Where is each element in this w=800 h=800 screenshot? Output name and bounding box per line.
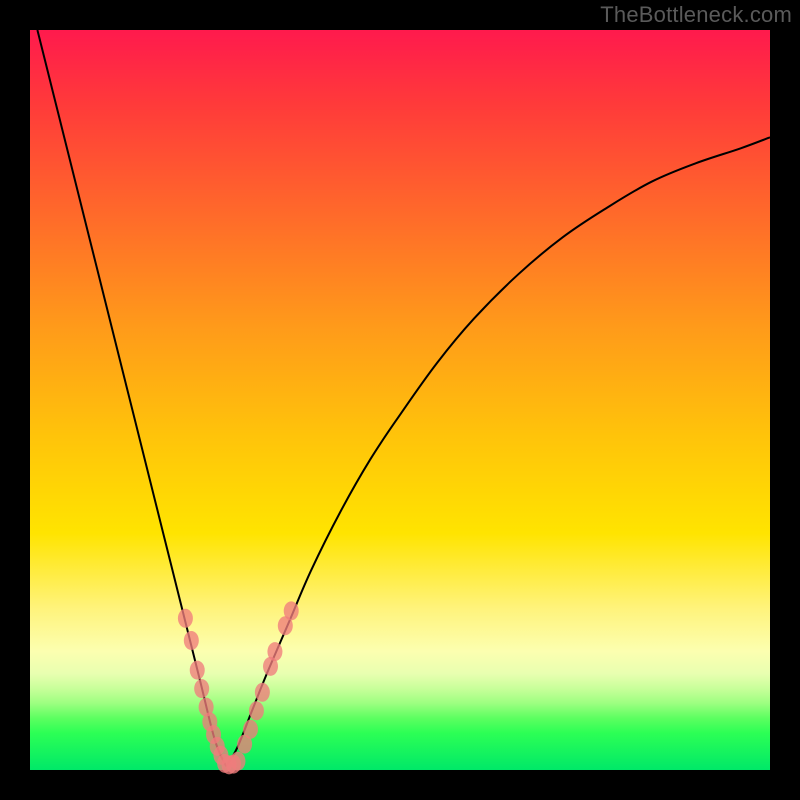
data-marker [267,642,282,661]
plot-area [30,30,770,770]
data-marker [243,720,258,739]
data-marker [255,683,270,702]
data-marker [190,661,205,680]
data-marker [178,609,193,628]
marker-group [178,601,299,774]
data-marker [284,601,299,620]
data-marker [249,701,264,720]
data-marker [230,752,245,771]
watermark-text: TheBottleneck.com [600,2,792,28]
data-marker [194,679,209,698]
chart-frame: TheBottleneck.com [0,0,800,800]
data-marker [184,631,199,650]
curve-right-branch [226,137,770,766]
curve-left-branch [37,30,226,766]
chart-svg [30,30,770,770]
